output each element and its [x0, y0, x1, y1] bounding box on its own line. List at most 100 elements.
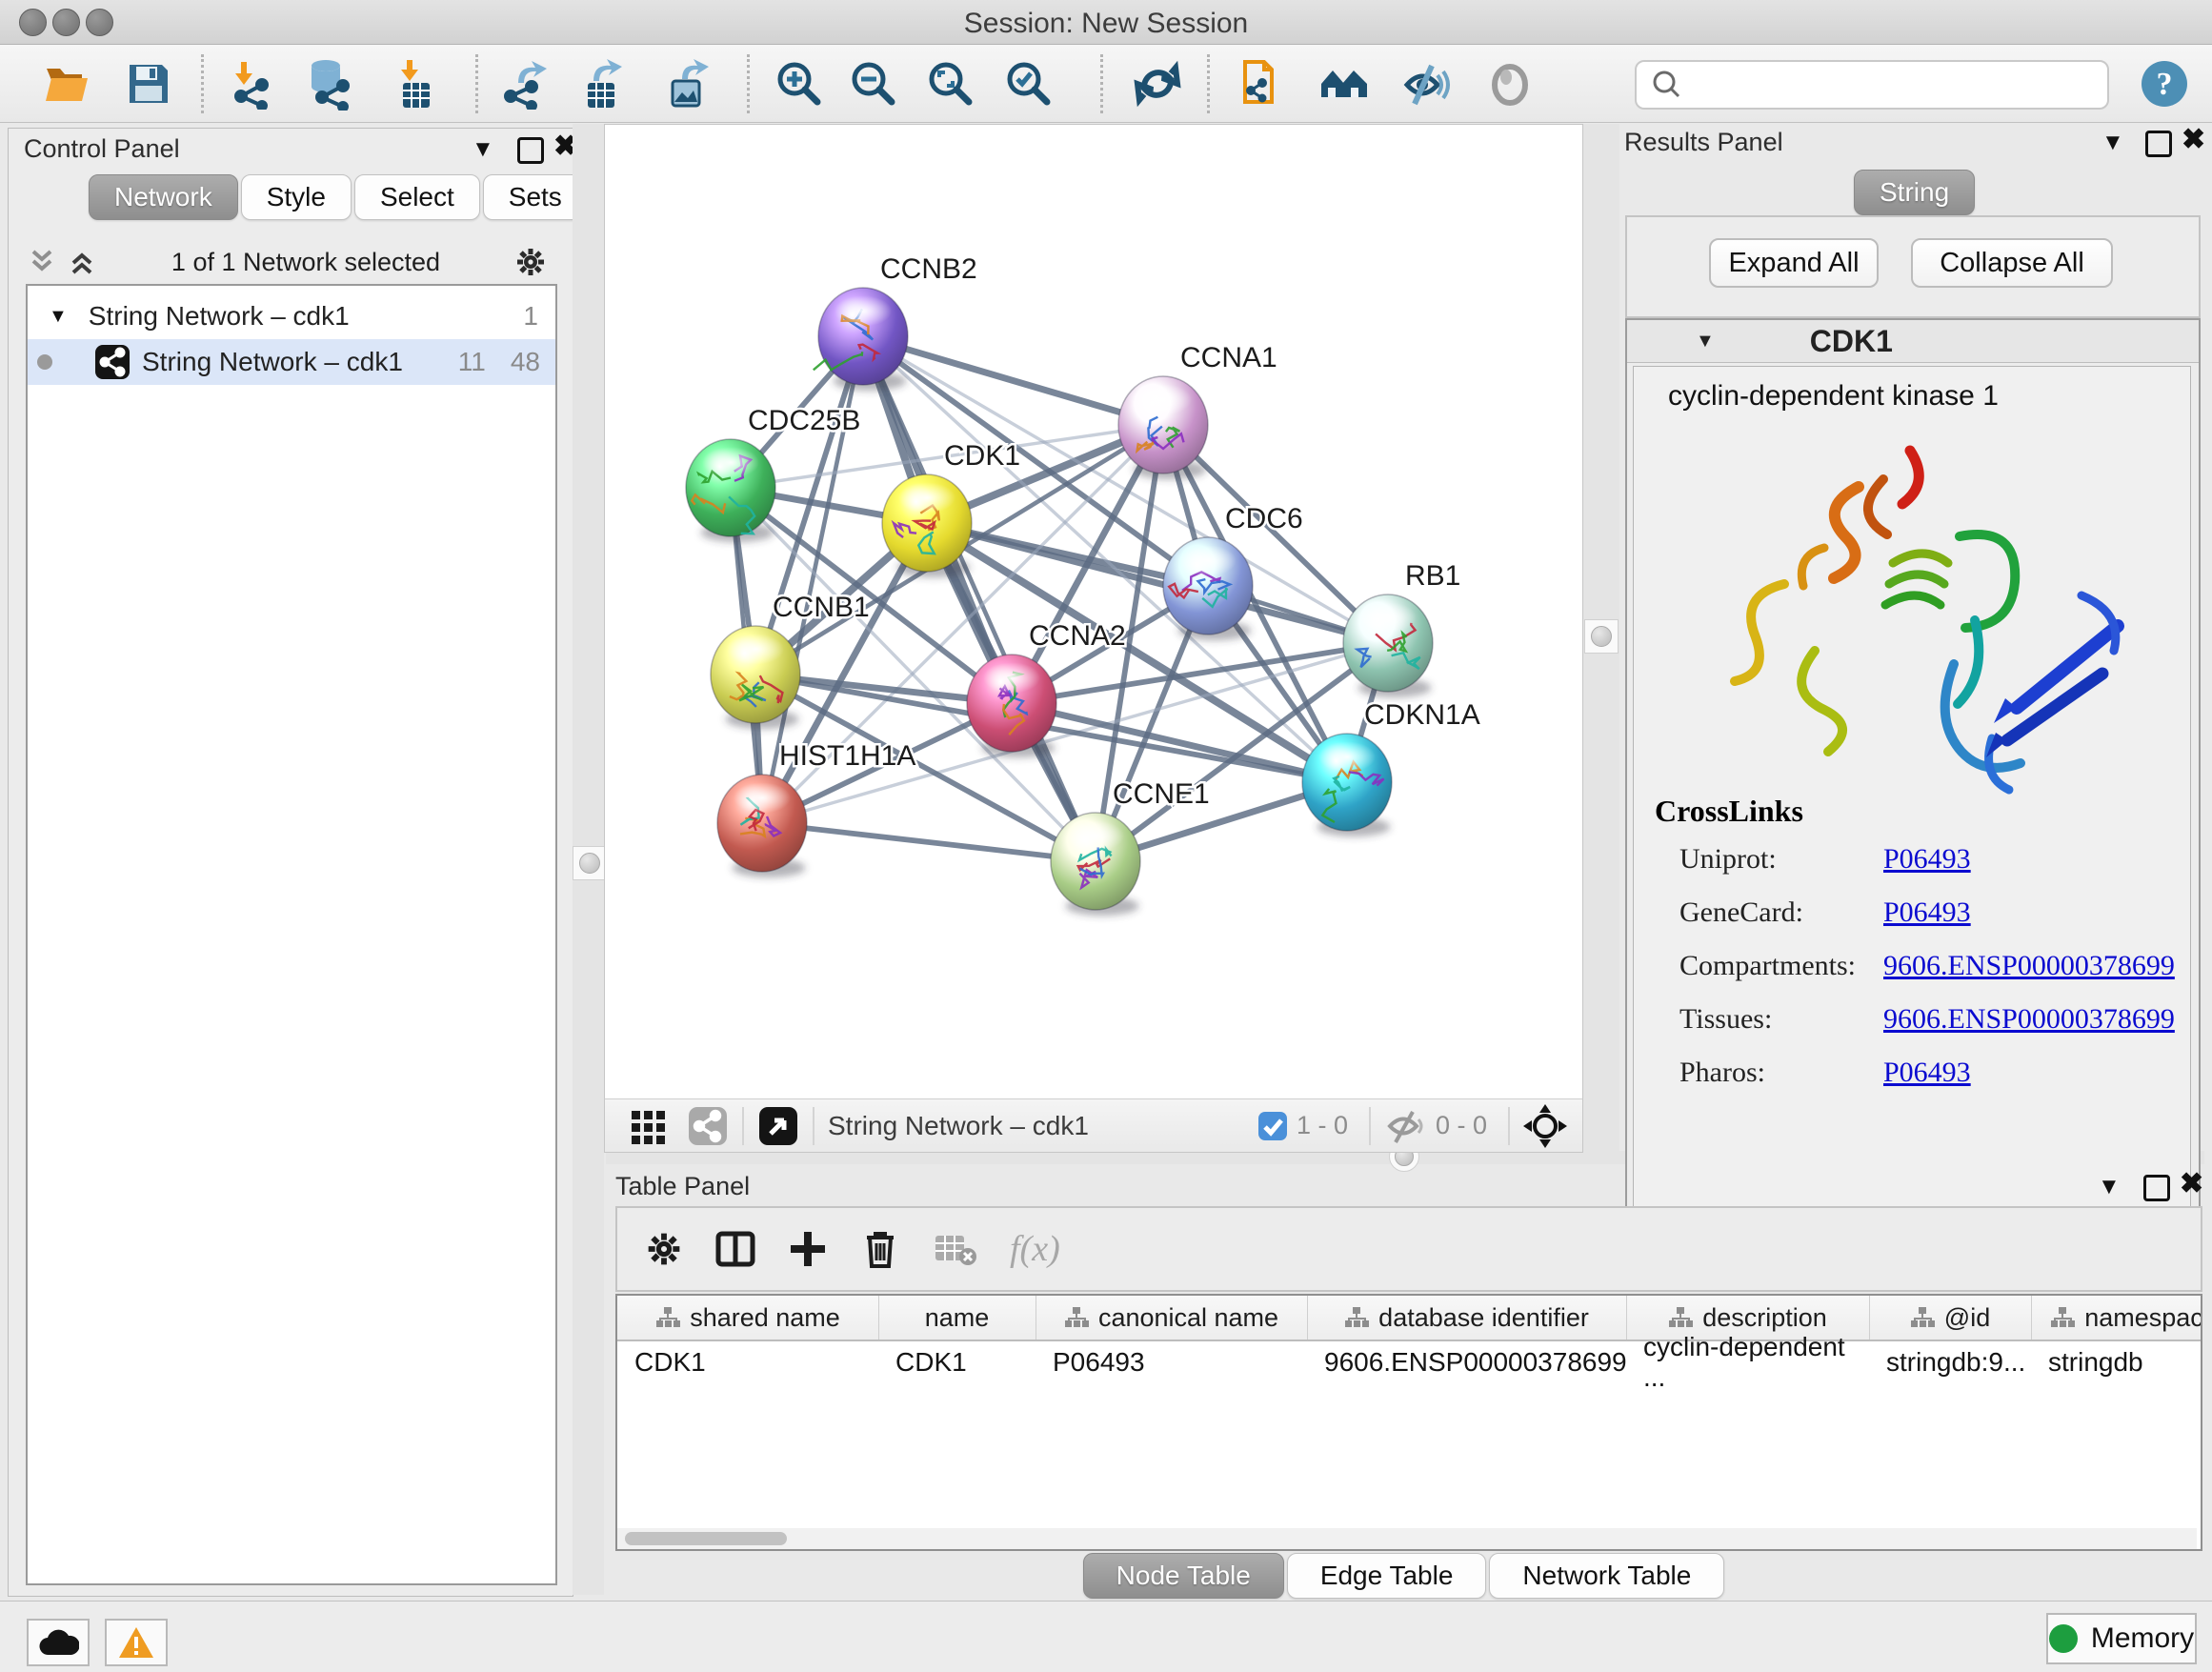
network-share-icon[interactable] [687, 1105, 729, 1147]
network-node-label: CCNA2 [1029, 620, 1126, 652]
results-panel-close-icon[interactable]: ✖ [2182, 123, 2205, 156]
right-splitter[interactable] [1582, 124, 1619, 1151]
clone-network-icon[interactable] [1237, 57, 1290, 111]
tab-select[interactable]: Select [354, 174, 480, 220]
add-column-icon[interactable] [787, 1228, 829, 1270]
crosslink-link[interactable]: 9606.ENSP00000378699 [1883, 1003, 2175, 1035]
import-network-file-icon[interactable] [223, 57, 276, 111]
collapse-all-icon[interactable] [26, 248, 58, 276]
show-columns-icon[interactable] [714, 1228, 756, 1270]
crosslink-link[interactable]: P06493 [1883, 843, 1971, 875]
network-canvas[interactable]: CCNB2CCNA1CDC25BCDK1CDC6RB1CCNB1CCNA2CDK… [604, 124, 1583, 1100]
table-cell[interactable]: stringdb:9... [1869, 1341, 2031, 1383]
column-header[interactable]: database identifier [1307, 1296, 1627, 1340]
table-settings-gear-icon[interactable] [644, 1229, 684, 1269]
network-edge[interactable] [927, 523, 1388, 643]
network-collection-row[interactable]: ▼ String Network – cdk1 1 [28, 293, 555, 339]
zoom-selected-icon[interactable] [1002, 57, 1056, 111]
left-splitter-handle[interactable] [573, 846, 607, 880]
tab-network-table[interactable]: Network Table [1489, 1553, 1724, 1599]
expand-all-button[interactable]: Expand All [1709, 238, 1879, 288]
crosslink-value: 9606.ENSP00000378699 [1883, 950, 2175, 982]
tab-edge-table[interactable]: Edge Table [1287, 1553, 1487, 1599]
zoom-fit-icon[interactable] [924, 57, 977, 111]
table-cell[interactable]: cyclin-dependent ... [1626, 1341, 1869, 1383]
apply-layout-icon[interactable] [1131, 57, 1184, 111]
results-node-header[interactable]: ▼ CDK1 [1627, 320, 2199, 363]
collapse-all-button[interactable]: Collapse All [1911, 238, 2113, 288]
crosslink-link[interactable]: P06493 [1883, 1057, 1971, 1088]
table-hscrollbar[interactable] [617, 1528, 2197, 1549]
tab-node-table[interactable]: Node Table [1083, 1553, 1284, 1599]
network-node[interactable] [717, 775, 807, 872]
network-edge[interactable] [762, 823, 1096, 861]
show-all-icon[interactable] [1483, 57, 1537, 111]
delete-column-icon[interactable] [859, 1228, 901, 1270]
table-hscrollbar-thumb[interactable] [625, 1532, 787, 1545]
results-panel-menu-icon[interactable]: ▼ [2101, 130, 2124, 156]
save-session-icon[interactable] [122, 57, 175, 111]
search-field[interactable] [1635, 60, 2109, 110]
zoom-in-icon[interactable] [773, 57, 826, 111]
network-node[interactable] [1343, 594, 1433, 692]
results-panel-float-icon[interactable] [2145, 131, 2172, 157]
table-panel-menu-icon[interactable]: ▼ [2098, 1174, 2121, 1200]
tab-style[interactable]: Style [241, 174, 352, 220]
export-table-icon[interactable] [575, 57, 629, 111]
table-cell[interactable]: CDK1 [878, 1341, 1036, 1383]
table-cell[interactable]: CDK1 [617, 1341, 878, 1383]
tab-string[interactable]: String [1854, 170, 1975, 215]
export-network-icon[interactable] [498, 57, 552, 111]
network-node[interactable] [1118, 376, 1208, 473]
column-header[interactable]: canonical name [1036, 1296, 1308, 1340]
network-node[interactable] [967, 655, 1056, 752]
table-panel-float-icon[interactable] [2143, 1175, 2170, 1201]
expand-all-icon[interactable] [66, 248, 98, 276]
selected-checkbox-icon[interactable] [1257, 1110, 1289, 1142]
table-cell[interactable]: stringdb [2031, 1341, 2202, 1383]
import-table-file-icon[interactable] [389, 57, 442, 111]
network-options-gear-icon[interactable] [513, 245, 548, 279]
network-row-selected[interactable]: String Network – cdk1 11 48 [28, 339, 555, 385]
birdseye-view-icon[interactable] [757, 1105, 799, 1147]
network-node[interactable] [686, 439, 775, 536]
table-cell[interactable]: P06493 [1036, 1341, 1307, 1383]
tab-network[interactable]: Network [89, 174, 238, 220]
network-node[interactable] [1302, 734, 1392, 831]
warnings-button[interactable] [105, 1619, 168, 1666]
network-node[interactable] [814, 288, 908, 385]
open-file-icon[interactable] [40, 57, 93, 111]
network-node[interactable] [882, 474, 972, 572]
control-panel-float-icon[interactable] [517, 137, 544, 164]
table-panel-close-icon[interactable]: ✖ [2180, 1167, 2203, 1200]
left-splitter[interactable] [573, 124, 604, 1595]
control-panel-menu-icon[interactable]: ▼ [472, 136, 494, 163]
hidden-eye-icon[interactable] [1384, 1108, 1428, 1144]
export-image-icon[interactable] [660, 57, 714, 111]
column-header[interactable]: shared name [617, 1296, 879, 1340]
crosslink-link[interactable]: P06493 [1883, 896, 1971, 928]
memory-button[interactable]: Memory [2046, 1613, 2197, 1664]
right-splitter-handle[interactable] [1584, 619, 1619, 654]
center-view-crosshair-icon[interactable] [1523, 1104, 1567, 1148]
crosslink-link[interactable]: 9606.ENSP00000378699 [1883, 950, 2175, 981]
section-collapse-icon[interactable]: ▼ [1696, 331, 1715, 353]
column-header[interactable]: name [878, 1296, 1036, 1340]
hide-selected-icon[interactable] [1398, 57, 1452, 111]
collection-expand-icon[interactable]: ▼ [49, 306, 68, 328]
search-input[interactable] [1686, 70, 2107, 101]
zoom-out-icon[interactable] [847, 57, 900, 111]
network-edge[interactable] [863, 336, 1163, 425]
grid-view-icon[interactable] [628, 1105, 670, 1147]
help-icon[interactable]: ? [2138, 57, 2191, 111]
column-header[interactable]: namespace [2031, 1296, 2202, 1340]
table-cell[interactable]: 9606.ENSP00000378699 [1307, 1341, 1626, 1383]
network-node[interactable] [711, 626, 800, 723]
cloud-status-button[interactable] [27, 1619, 90, 1666]
network-node[interactable] [1051, 813, 1140, 910]
import-network-database-icon[interactable] [301, 57, 354, 111]
node-table[interactable]: shared name name canonical name database… [615, 1294, 2202, 1551]
first-neighbors-icon[interactable] [1317, 57, 1371, 111]
column-header[interactable]: @id [1869, 1296, 2032, 1340]
network-node[interactable] [1163, 537, 1253, 635]
